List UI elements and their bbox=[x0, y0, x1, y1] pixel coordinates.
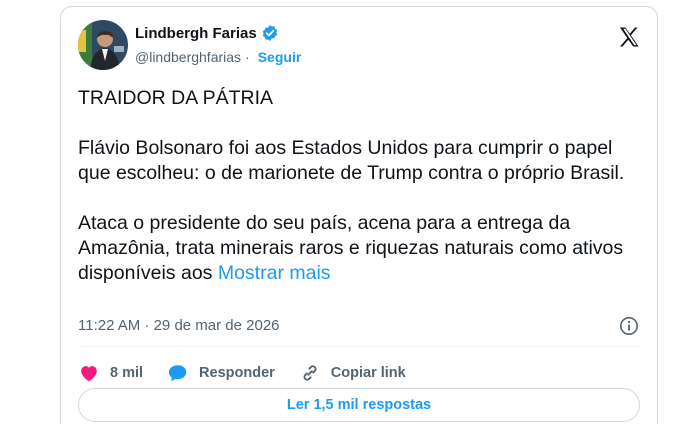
tweet-text: TRAIDOR DA PÁTRIA Flávio Bolsonaro foi a… bbox=[78, 86, 638, 286]
x-logo-icon[interactable] bbox=[617, 25, 641, 49]
avatar[interactable] bbox=[78, 20, 128, 70]
reply-bubble-icon bbox=[168, 365, 187, 382]
show-more-link[interactable]: Mostrar mais bbox=[218, 262, 331, 284]
like-count: 8 mil bbox=[110, 365, 144, 381]
tweet-paragraph-last: Ataca o presidente do seu país, acena pa… bbox=[78, 211, 638, 286]
action-bar: 8 mil Responder Copiar link bbox=[78, 362, 430, 384]
copy-link-label: Copiar link bbox=[330, 365, 406, 381]
link-icon bbox=[303, 365, 317, 381]
like-button[interactable]: 8 mil bbox=[78, 362, 143, 384]
author-name[interactable]: Lindbergh Farias bbox=[135, 25, 257, 42]
copy-link-button[interactable]: Copiar link bbox=[299, 362, 406, 384]
tweet-paragraph-text: Ataca o presidente do seu país, acena pa… bbox=[78, 212, 624, 284]
tweet-paragraph: Flávio Bolsonaro foi aos Estados Unidos … bbox=[78, 137, 625, 184]
handle-separator: · bbox=[245, 49, 250, 65]
heart-icon bbox=[81, 366, 97, 382]
author-handle[interactable]: @lindberghfarias bbox=[135, 49, 241, 65]
tweet-card: Lindbergh Farias @lindberghfarias · Segu… bbox=[60, 6, 658, 424]
info-icon[interactable] bbox=[619, 316, 639, 336]
divider bbox=[78, 346, 640, 347]
verified-badge-icon bbox=[261, 24, 279, 42]
follow-button[interactable]: Seguir bbox=[258, 49, 302, 65]
tweet-timestamp[interactable]: 11:22 AM · 29 de mar de 2026 bbox=[78, 317, 280, 334]
read-replies-button[interactable]: Ler 1,5 mil respostas bbox=[78, 388, 640, 422]
reply-label: Responder bbox=[199, 365, 275, 381]
tweet-paragraph: TRAIDOR DA PÁTRIA bbox=[78, 87, 274, 109]
reply-button[interactable]: Responder bbox=[167, 362, 275, 384]
